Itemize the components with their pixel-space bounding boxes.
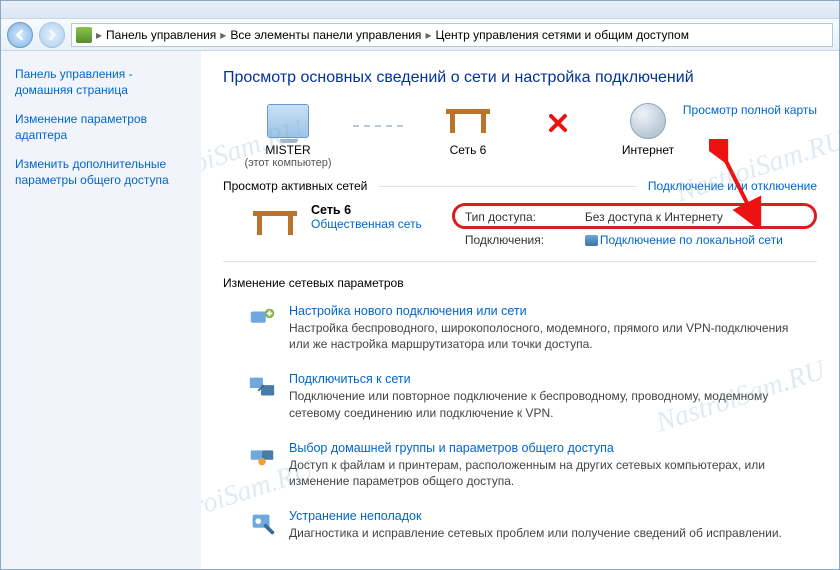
option-title[interactable]: Настройка нового подключения или сети [289, 304, 527, 318]
new-connection-icon [247, 304, 277, 334]
page-title: Просмотр основных сведений о сети и наст… [223, 69, 817, 87]
map-connector [353, 125, 403, 127]
breadcrumb[interactable]: ▸ Панель управления ▸ Все элементы панел… [71, 23, 833, 47]
option-desc: Диагностика и исправление сетевых пробле… [289, 525, 782, 541]
sidebar-link-home[interactable]: Панель управления - домашняя страница [15, 67, 187, 98]
internet-label: Интернет [622, 143, 674, 157]
network-name: Сеть 6 [450, 143, 487, 157]
chevron-right-icon: ▸ [423, 28, 433, 42]
chevron-right-icon: ▸ [94, 28, 104, 42]
settings-heading: Изменение сетевых параметров [223, 276, 817, 290]
lan-icon [585, 235, 598, 246]
option-troubleshoot[interactable]: Устранение неполадок Диагностика и испра… [223, 499, 817, 551]
option-title[interactable]: Подключиться к сети [289, 372, 411, 386]
chevron-right-icon: ▸ [218, 28, 228, 42]
map-node-internet[interactable]: Интернет [583, 101, 713, 169]
breadcrumb-item[interactable]: Панель управления [106, 28, 216, 42]
computer-sublabel: (этот компьютер) [244, 157, 331, 169]
globe-icon [630, 103, 666, 139]
nav-back-button[interactable] [7, 22, 33, 48]
map-connector-broken [533, 113, 583, 133]
bench-icon [446, 109, 490, 133]
option-homegroup[interactable]: Выбор домашней группы и параметров общег… [223, 431, 817, 499]
toolbar: ▸ Панель управления ▸ Все элементы панел… [1, 19, 839, 51]
settings-divider [223, 261, 817, 262]
connect-network-icon [247, 372, 277, 402]
network-map: MISTER (этот компьютер) Сеть 6 Интернет [223, 101, 817, 169]
map-node-computer[interactable]: MISTER (этот компьютер) [223, 101, 353, 169]
access-type-label: Тип доступа: [465, 210, 565, 224]
option-desc: Подключение или повторное подключение к … [289, 388, 809, 420]
bench-icon [253, 211, 297, 235]
nav-forward-button[interactable] [39, 22, 65, 48]
access-type-highlight: Тип доступа: Без доступа к Интернету [452, 203, 817, 229]
window-titlebar [1, 1, 839, 19]
option-title[interactable]: Устранение неполадок [289, 509, 421, 523]
connections-link[interactable]: Подключение по локальной сети [585, 233, 783, 247]
option-connect-network[interactable]: Подключиться к сети Подключение или повт… [223, 362, 817, 430]
option-desc: Доступ к файлам и принтерам, расположенн… [289, 457, 809, 489]
breadcrumb-item[interactable]: Все элементы панели управления [230, 28, 421, 42]
network-type-link[interactable]: Общественная сеть [311, 217, 422, 231]
sidebar-link-adapter-settings[interactable]: Изменение параметров адаптера [15, 112, 187, 143]
active-networks-label: Просмотр активных сетей [223, 179, 367, 193]
main-panel: Просмотр основных сведений о сети и наст… [201, 51, 839, 569]
computer-name: MISTER [265, 143, 310, 157]
breadcrumb-item[interactable]: Центр управления сетями и общим доступом [435, 28, 689, 42]
control-panel-icon [76, 27, 92, 43]
computer-icon [267, 104, 309, 138]
sidebar-link-sharing-settings[interactable]: Изменить дополнительные параметры общего… [15, 157, 187, 188]
network-settings-options: Изменение сетевых параметров Настройка н… [223, 276, 817, 551]
active-network-row: Сеть 6 Общественная сеть Тип доступа: Бе… [249, 203, 817, 247]
troubleshoot-icon [247, 509, 277, 539]
homegroup-icon [247, 441, 277, 471]
access-type-value: Без доступа к Интернету [585, 210, 723, 224]
connections-label: Подключения: [465, 233, 565, 247]
option-new-connection[interactable]: Настройка нового подключения или сети На… [223, 294, 817, 362]
active-network-name: Сеть 6 [311, 203, 422, 217]
map-node-network[interactable]: Сеть 6 [403, 101, 533, 169]
option-title[interactable]: Выбор домашней группы и параметров общег… [289, 441, 614, 455]
active-networks-header: Просмотр активных сетей Подключение или … [223, 179, 817, 193]
option-desc: Настройка беспроводного, широкополосного… [289, 320, 809, 352]
connect-disconnect-link[interactable]: Подключение или отключение [648, 179, 817, 193]
sidebar: Панель управления - домашняя страница Из… [1, 51, 201, 569]
